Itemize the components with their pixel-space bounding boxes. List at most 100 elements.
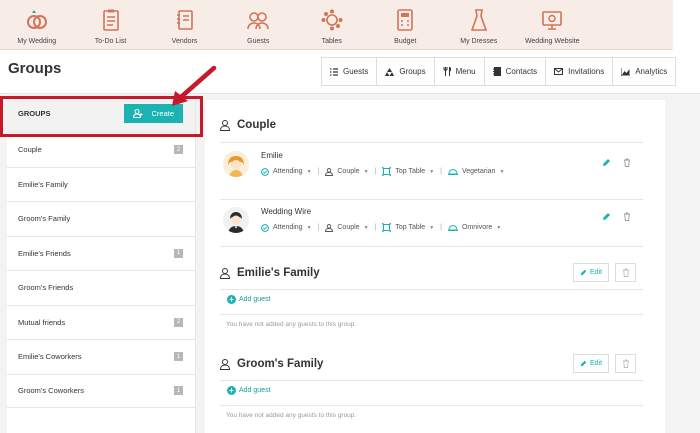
group-count-badge: 1	[174, 352, 183, 362]
tab-label: Groups	[399, 67, 426, 76]
table-dropdown[interactable]: Top Table ▼	[382, 167, 434, 176]
tab-label: Guests	[343, 67, 369, 76]
edit-label: Edit	[589, 360, 603, 367]
sidebar-header-label: GROUPS	[18, 108, 51, 118]
tab-invitations[interactable]: Invitations	[546, 58, 614, 85]
empty-group-note: You have not added any guests to this gr…	[226, 321, 357, 328]
sidebar-item-label: Emilie's Family	[18, 179, 68, 189]
sidebar-item-grooms-family[interactable]: Groom's Family	[7, 201, 195, 236]
trash-icon[interactable]	[623, 154, 631, 172]
sidebar-item-couple[interactable]: Couple 2	[7, 132, 195, 167]
divider	[220, 314, 643, 315]
sidebar-item-emilies-coworkers[interactable]: Emilie's Coworkers 1	[7, 339, 195, 374]
pencil-icon	[580, 269, 587, 276]
groups-icon	[385, 67, 395, 76]
table-seat-icon	[382, 167, 392, 176]
cloche-icon	[447, 224, 458, 231]
sidebar-item-grooms-coworkers[interactable]: Groom's Coworkers 1	[7, 373, 195, 408]
edit-group-button[interactable]: Edit	[573, 263, 609, 282]
sidebar-item-emilies-family[interactable]: Emilie's Family	[7, 166, 195, 202]
add-guest-link[interactable]: + Add guest	[227, 295, 271, 304]
nav-tables[interactable]: Tables	[295, 0, 369, 49]
sidebar-item-mutual-friends[interactable]: Mutual friends 2	[7, 304, 195, 340]
edit-group-button[interactable]: Edit	[573, 354, 609, 373]
nav-my-wedding[interactable]: My Wedding	[0, 0, 74, 49]
table-seat-icon	[382, 223, 392, 232]
calculator-icon	[393, 8, 417, 32]
address-book-icon	[492, 67, 501, 76]
cutlery-icon	[443, 67, 451, 76]
group-dropdown[interactable]: Couple ▼	[325, 167, 369, 176]
divider	[220, 246, 643, 247]
pencil-icon[interactable]	[602, 208, 611, 226]
attendance-dropdown[interactable]: Attending ▼	[261, 167, 312, 176]
nav-vendors[interactable]: Vendors	[148, 0, 222, 49]
page-header: Groups Guests Groups Menu Contacts Invit…	[0, 50, 700, 94]
sidebar-item-label: Emilie's Friends	[18, 248, 71, 258]
tab-menu[interactable]: Menu	[435, 58, 485, 85]
nav-guests[interactable]: Guests	[222, 0, 296, 49]
create-group-button[interactable]: Create	[124, 103, 183, 123]
cloche-icon	[447, 168, 458, 175]
chevron-down-icon: ▼	[306, 224, 312, 231]
check-circle-icon	[261, 223, 269, 232]
chevron-down-icon: ▼	[306, 168, 312, 175]
nav-wedding-website[interactable]: Wedding Website	[516, 0, 590, 49]
menu-dropdown[interactable]: Omnivore ▼	[447, 224, 501, 231]
chart-icon	[621, 67, 631, 76]
group-title-text: Emilie's Family	[237, 267, 320, 279]
group-grooms-family: Groom's Family Edit	[220, 354, 643, 373]
separator: |	[317, 168, 320, 175]
delete-group-button[interactable]	[615, 263, 636, 282]
group-couple: Couple	[220, 119, 643, 131]
table-dropdown[interactable]: Top Table ▼	[382, 223, 434, 232]
tab-label: Menu	[455, 67, 476, 76]
tab-label: Analytics	[635, 67, 668, 76]
check-circle-icon	[261, 167, 269, 176]
group-count-badge: 2	[174, 317, 183, 327]
guest-name: Emilie	[261, 151, 283, 160]
sidebar-item-grooms-friends[interactable]: Groom's Friends	[7, 270, 195, 305]
trash-icon[interactable]	[623, 208, 631, 226]
nav-label: Budget	[394, 38, 417, 45]
separator: |	[374, 224, 377, 231]
tab-label: Invitations	[568, 67, 605, 76]
group-value: Couple	[337, 168, 360, 175]
top-navigation: My Wedding To-Do List Vendors Guests Tab…	[0, 0, 700, 50]
menu-value: Omnivore	[461, 224, 493, 231]
sidebar-item-label: Mutual friends	[18, 317, 66, 327]
nav-my-dresses[interactable]: My Dresses	[442, 0, 516, 49]
chevron-down-icon: ▼	[429, 168, 435, 175]
divider	[220, 199, 643, 200]
pencil-icon[interactable]	[602, 154, 611, 172]
tab-contacts[interactable]: Contacts	[485, 58, 547, 85]
group-title-text: Couple	[237, 119, 276, 131]
user-icon	[325, 223, 334, 232]
separator: |	[440, 168, 442, 175]
list-icon	[330, 67, 338, 76]
sidebar-item-label: Groom's Friends	[18, 283, 74, 293]
nav-to-do-list[interactable]: To-Do List	[74, 0, 148, 49]
tab-label: Contacts	[505, 67, 538, 76]
top-right-area	[672, 0, 700, 50]
group-dropdown[interactable]: Couple ▼	[325, 223, 369, 232]
chevron-down-icon: ▼	[363, 168, 369, 175]
menu-dropdown[interactable]: Vegetarian ▼	[447, 168, 504, 175]
add-guest-link[interactable]: + Add guest	[227, 386, 271, 395]
divider	[220, 405, 643, 406]
tab-guests[interactable]: Guests	[322, 58, 378, 85]
guest-meta: Attending ▼ | Couple ▼ | Top Table ▼ | Vege…	[261, 167, 504, 176]
nav-label: Guests	[247, 38, 270, 45]
delete-group-button[interactable]	[615, 354, 636, 373]
website-icon	[540, 8, 564, 32]
sidebar-item-label: Emilie's Coworkers	[18, 352, 82, 362]
sidebar-item-emilies-friends[interactable]: Emilie's Friends 1	[7, 235, 195, 271]
nav-budget[interactable]: Budget	[369, 0, 443, 49]
edit-label: Edit	[589, 269, 603, 276]
guests-icon	[246, 8, 270, 32]
dress-icon	[467, 8, 491, 32]
table-value: Top Table	[395, 224, 426, 231]
attendance-dropdown[interactable]: Attending ▼	[261, 223, 312, 232]
tab-groups[interactable]: Groups	[377, 58, 435, 85]
tab-analytics[interactable]: Analytics	[613, 58, 675, 85]
